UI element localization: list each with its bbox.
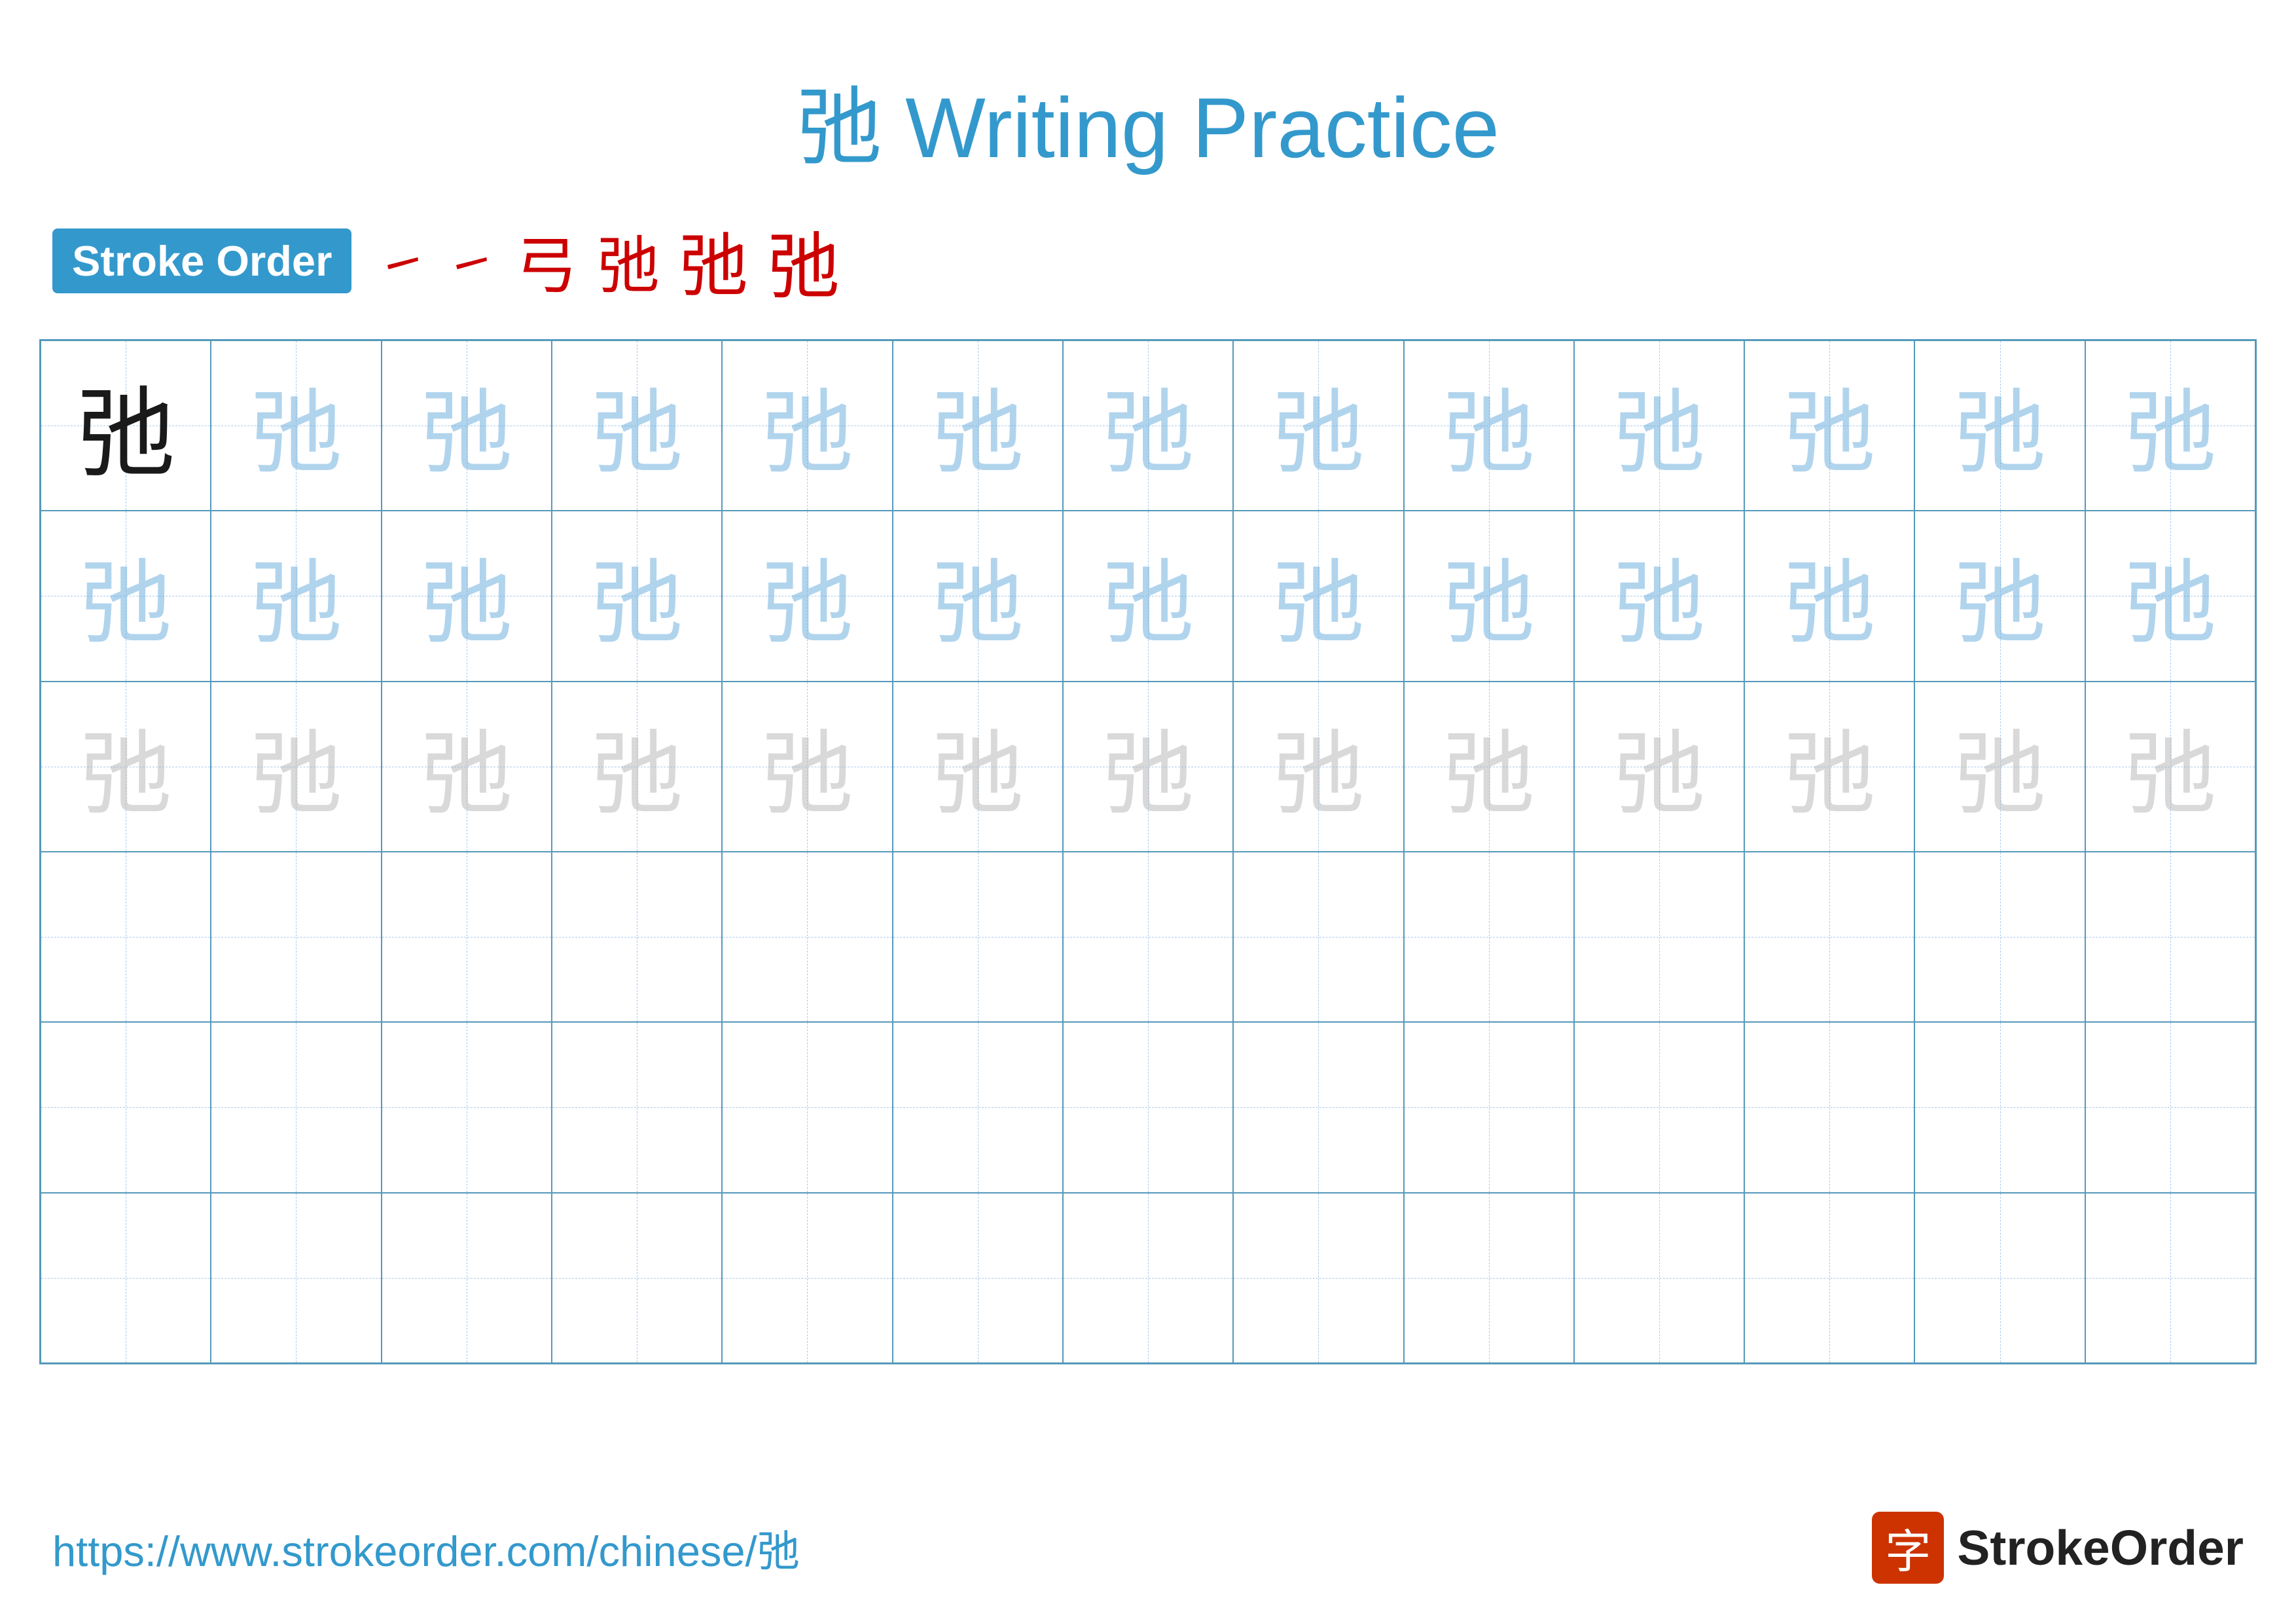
grid-cell[interactable] (893, 1193, 1063, 1363)
grid-cell[interactable] (2085, 1022, 2255, 1192)
grid-cell[interactable] (1063, 1022, 1233, 1192)
grid-cell[interactable]: 弛 (1063, 682, 1233, 852)
grid-cell[interactable]: 弛 (211, 340, 381, 511)
grid-cell[interactable]: 弛 (1404, 511, 1574, 681)
grid-cell[interactable]: 弛 (382, 340, 552, 511)
grid-cell[interactable] (2085, 1193, 2255, 1363)
grid-cell[interactable]: 弛 (1744, 340, 1914, 511)
grid-cell[interactable] (382, 1022, 552, 1192)
footer-url: https://www.strokeorder.com/chinese/弛 (52, 1517, 800, 1578)
stroke-order-badge: Stroke Order (52, 228, 351, 293)
grid-cell[interactable]: 弛 (1914, 682, 2085, 852)
grid-cell[interactable]: 弛 (1233, 340, 1403, 511)
grid-cell[interactable]: 弛 (1574, 682, 1744, 852)
grid-cell[interactable] (1914, 1193, 2085, 1363)
grid-cell[interactable] (722, 852, 892, 1022)
grid-cell[interactable]: 弛 (552, 682, 722, 852)
grid-cell[interactable] (382, 852, 552, 1022)
page-title: 弛 Writing Practice (0, 0, 2296, 208)
grid-cell[interactable] (211, 1193, 381, 1363)
grid-cell[interactable]: 弛 (211, 511, 381, 681)
stroke-step-1: ㇀ (378, 225, 427, 297)
grid-cell[interactable] (552, 852, 722, 1022)
stroke-step-3: 弓 (515, 216, 577, 306)
grid-cell[interactable] (722, 1022, 892, 1192)
grid-cell[interactable] (1744, 852, 1914, 1022)
grid-cell[interactable] (1404, 1193, 1574, 1363)
stroke-order-section: Stroke Order ㇀ ㇀ 弓 弛 弛 弛 (0, 208, 2296, 313)
grid-cell[interactable] (41, 852, 211, 1022)
grid-cell[interactable] (1744, 1193, 1914, 1363)
grid-cell[interactable] (1914, 1022, 2085, 1192)
grid-cell[interactable]: 弛 (41, 682, 211, 852)
grid-cell[interactable] (1233, 1022, 1403, 1192)
grid-cell[interactable] (1233, 852, 1403, 1022)
grid-cell[interactable] (1744, 1022, 1914, 1192)
grid-cell[interactable]: 弛 (1063, 511, 1233, 681)
grid-cell[interactable]: 弛 (2085, 511, 2255, 681)
grid-cell[interactable]: 弛 (552, 340, 722, 511)
grid-cell[interactable] (1404, 1022, 1574, 1192)
grid-cell[interactable]: 弛 (1404, 682, 1574, 852)
grid-cell[interactable]: 弛 (893, 511, 1063, 681)
grid-cell[interactable]: 弛 (893, 340, 1063, 511)
grid-cell[interactable] (722, 1193, 892, 1363)
grid-cell[interactable]: 弛 (552, 511, 722, 681)
grid-cell[interactable]: 弛 (722, 682, 892, 852)
grid-cell[interactable] (211, 852, 381, 1022)
stroke-step-2: ㇀ (446, 225, 495, 297)
grid-cell[interactable]: 弛 (211, 682, 381, 852)
grid-cell[interactable]: 弛 (1233, 511, 1403, 681)
grid-cell[interactable] (1063, 1193, 1233, 1363)
grid-cell[interactable]: 弛 (2085, 682, 2255, 852)
grid-cell[interactable]: 弛 (1914, 511, 2085, 681)
grid-cell[interactable] (1233, 1193, 1403, 1363)
grid-cell[interactable] (2085, 852, 2255, 1022)
grid-cell[interactable]: 弛 (722, 511, 892, 681)
practice-grid: 弛弛弛弛弛弛弛弛弛弛弛弛弛弛弛弛弛弛弛弛弛弛弛弛弛弛弛弛弛弛弛弛弛弛弛弛弛弛弛 (39, 339, 2257, 1364)
footer-brand: 字 StrokeOrder (1872, 1512, 2244, 1584)
grid-cell[interactable] (1574, 852, 1744, 1022)
grid-cell[interactable]: 弛 (722, 340, 892, 511)
grid-cell[interactable]: 弛 (1063, 340, 1233, 511)
grid-cell[interactable] (41, 1193, 211, 1363)
grid-cell[interactable] (893, 852, 1063, 1022)
grid-cell[interactable]: 弛 (1233, 682, 1403, 852)
grid-cell[interactable] (211, 1022, 381, 1192)
brand-icon: 字 (1872, 1512, 1944, 1584)
brand-name: StrokeOrder (1957, 1520, 2244, 1576)
grid-cell[interactable] (382, 1193, 552, 1363)
grid-cell[interactable]: 弛 (893, 682, 1063, 852)
grid-cell[interactable]: 弛 (1744, 682, 1914, 852)
grid-cell[interactable] (552, 1022, 722, 1192)
grid-cell[interactable] (893, 1022, 1063, 1192)
grid-cell[interactable]: 弛 (2085, 340, 2255, 511)
grid-cell[interactable] (1063, 852, 1233, 1022)
grid-cell[interactable] (41, 1022, 211, 1192)
stroke-step-5: 弛 (679, 211, 747, 310)
grid-cell[interactable] (552, 1193, 722, 1363)
grid-cell[interactable]: 弛 (1574, 511, 1744, 681)
grid-cell[interactable]: 弛 (382, 511, 552, 681)
grid-cell[interactable] (1574, 1193, 1744, 1363)
grid-cell[interactable]: 弛 (1914, 340, 2085, 511)
grid-cell[interactable] (1574, 1022, 1744, 1192)
grid-cell[interactable]: 弛 (1744, 511, 1914, 681)
footer: https://www.strokeorder.com/chinese/弛 字 … (0, 1512, 2296, 1584)
stroke-steps: ㇀ ㇀ 弓 弛 弛 弛 (378, 208, 839, 313)
stroke-step-6: 弛 (767, 208, 839, 313)
stroke-step-4: 弛 (597, 216, 659, 306)
grid-cell[interactable]: 弛 (41, 511, 211, 681)
grid-cell[interactable]: 弛 (382, 682, 552, 852)
grid-cell[interactable]: 弛 (1404, 340, 1574, 511)
grid-cell[interactable]: 弛 (41, 340, 211, 511)
grid-cell[interactable] (1914, 852, 2085, 1022)
grid-cell[interactable] (1404, 852, 1574, 1022)
grid-cell[interactable]: 弛 (1574, 340, 1744, 511)
